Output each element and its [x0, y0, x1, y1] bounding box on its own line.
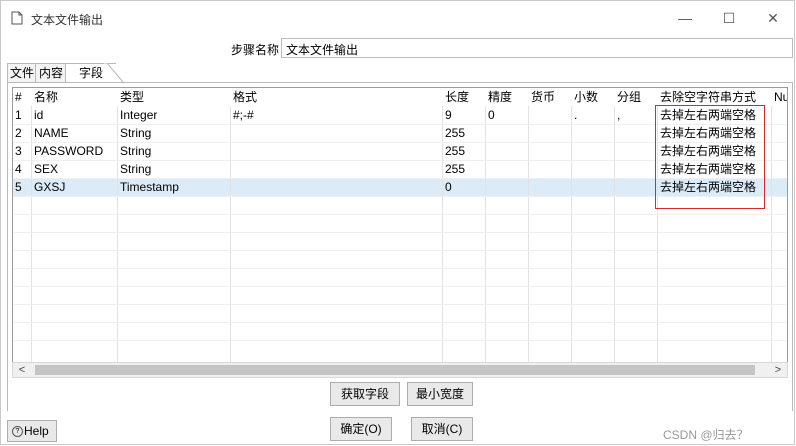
dialog-window: 文本文件输出 — ☐ ✕ 步骤名称 文本文件输出 文件 内容 字段 # 名称 类…	[0, 0, 795, 445]
cell-group[interactable]	[614, 160, 657, 178]
header-type[interactable]: 类型	[117, 88, 230, 106]
cell-format[interactable]	[230, 142, 442, 160]
header-group[interactable]: 分组	[614, 88, 657, 106]
cell-type[interactable]: String	[117, 160, 230, 178]
minimize-button[interactable]: —	[665, 5, 705, 31]
row-divider	[13, 214, 787, 215]
header-format[interactable]: 格式	[230, 88, 442, 106]
header-precision[interactable]: 精度	[485, 88, 528, 106]
horizontal-scrollbar[interactable]: < >	[12, 362, 788, 378]
maximize-button[interactable]: ☐	[709, 5, 749, 31]
get-fields-button[interactable]: 获取字段	[330, 382, 400, 406]
cell-type[interactable]: Integer	[117, 106, 230, 124]
cell-decimal[interactable]	[571, 160, 614, 178]
cell-group[interactable]	[614, 124, 657, 142]
step-name-label: 步骤名称	[231, 43, 280, 57]
cell-currency[interactable]	[528, 142, 571, 160]
cell-group[interactable]	[614, 142, 657, 160]
cell-decimal[interactable]: .	[571, 106, 614, 124]
cell-name[interactable]: PASSWORD	[31, 142, 117, 160]
column-divider	[771, 106, 772, 362]
cell-precision[interactable]	[485, 124, 528, 142]
cell-name[interactable]: SEX	[31, 160, 117, 178]
row-divider	[13, 340, 787, 341]
row-number: 5	[15, 180, 22, 194]
cancel-button[interactable]: 取消(C)	[411, 417, 473, 441]
cell-name[interactable]: GXSJ	[31, 178, 117, 196]
row-number: 4	[15, 162, 22, 176]
row-divider	[13, 286, 787, 287]
cell-precision[interactable]	[485, 160, 528, 178]
cell-precision[interactable]: 0	[485, 106, 528, 124]
cell-format[interactable]	[230, 124, 442, 142]
step-name-input[interactable]: 文本文件输出	[281, 38, 793, 58]
cell-currency[interactable]	[528, 106, 571, 124]
help-label: Help	[24, 424, 49, 438]
tab-file[interactable]: 文件	[7, 63, 37, 82]
header-num[interactable]: #	[13, 88, 31, 106]
title-bar[interactable]: 文本文件输出 — ☐ ✕	[1, 1, 794, 35]
row-divider	[13, 232, 787, 233]
row-divider	[13, 322, 787, 323]
min-width-button[interactable]: 最小宽度	[407, 382, 473, 406]
cell-type[interactable]: String	[117, 124, 230, 142]
scroll-left-arrow[interactable]: <	[15, 363, 29, 377]
cell-precision[interactable]	[485, 142, 528, 160]
cell-format[interactable]	[230, 160, 442, 178]
cell-format[interactable]: #;-#	[230, 106, 442, 124]
cell-length[interactable]: 0	[442, 178, 485, 196]
close-button[interactable]: ✕	[753, 5, 793, 31]
cell-name[interactable]: NAME	[31, 124, 117, 142]
header-trim-type[interactable]: 去除空字符串方式	[657, 88, 771, 106]
cell-currency[interactable]	[528, 160, 571, 178]
help-icon: ?	[12, 426, 23, 438]
ok-button[interactable]: 确定(O)	[330, 417, 392, 441]
cell-currency[interactable]	[528, 178, 571, 196]
row-divider	[13, 304, 787, 305]
tab-content[interactable]: 内容	[35, 63, 67, 82]
cell-type[interactable]: String	[117, 142, 230, 160]
row-divider	[13, 250, 787, 251]
header-currency[interactable]: 货币	[528, 88, 571, 106]
row-number: 2	[15, 126, 22, 140]
table-header: # 名称 类型 格式 长度 精度 货币 小数 分组 去除空字符串方式 Nu	[13, 88, 787, 106]
header-name[interactable]: 名称	[31, 88, 117, 106]
cell-length[interactable]: 255	[442, 124, 485, 142]
annotation-highlight-box	[655, 105, 765, 209]
window-title: 文本文件输出	[31, 13, 104, 27]
cell-name[interactable]: id	[31, 106, 117, 124]
row-divider	[13, 268, 787, 269]
cell-group[interactable]	[614, 178, 657, 196]
header-decimal[interactable]: 小数	[571, 88, 614, 106]
header-length[interactable]: 长度	[442, 88, 485, 106]
help-button[interactable]: ? Help	[7, 420, 57, 442]
cell-length[interactable]: 9	[442, 106, 485, 124]
cell-decimal[interactable]	[571, 178, 614, 196]
watermark: CSDN @归去？	[663, 428, 749, 442]
cell-precision[interactable]	[485, 178, 528, 196]
cell-type[interactable]: Timestamp	[117, 178, 230, 196]
document-icon	[11, 11, 23, 25]
row-number: 3	[15, 144, 22, 158]
tab-edge-decoration	[103, 63, 124, 83]
cell-currency[interactable]	[528, 124, 571, 142]
scroll-thumb[interactable]	[35, 365, 755, 375]
scroll-right-arrow[interactable]: >	[771, 363, 785, 377]
cell-decimal[interactable]	[571, 124, 614, 142]
header-null[interactable]: Nu	[771, 88, 787, 106]
cell-decimal[interactable]	[571, 142, 614, 160]
cell-group[interactable]: ,	[614, 106, 657, 124]
cell-format[interactable]	[230, 178, 442, 196]
row-number: 1	[15, 108, 22, 122]
cell-length[interactable]: 255	[442, 160, 485, 178]
cell-length[interactable]: 255	[442, 142, 485, 160]
